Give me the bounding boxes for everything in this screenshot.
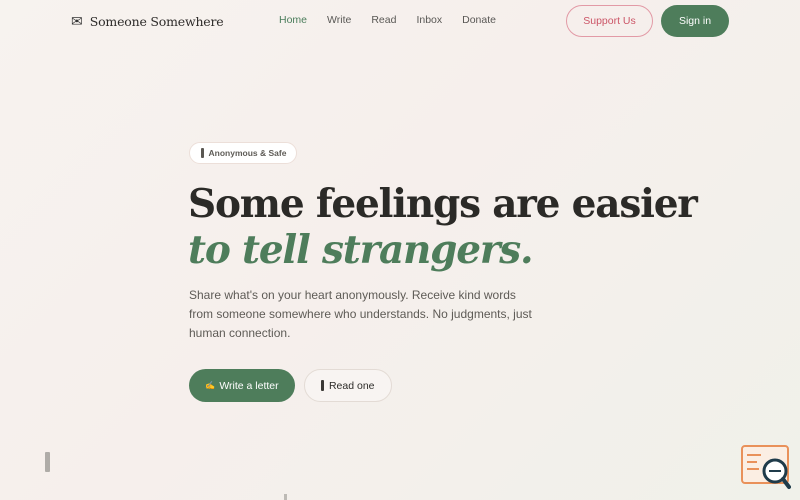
writing-hand-icon: ✍ <box>205 381 216 390</box>
brand-name: Someone Somewhere <box>89 13 224 29</box>
nav-links: Home Write Read Inbox Donate <box>279 14 516 26</box>
write-letter-button[interactable]: ✍ Write a letter <box>189 369 295 402</box>
decorative-mark <box>45 452 50 472</box>
hero-description: Share what's on your heart anonymously. … <box>189 288 532 340</box>
bar-icon <box>321 380 324 391</box>
top-navigation: ✉ Someone Somewhere Home Write Read Inbo… <box>0 0 800 42</box>
hero-title: Some feelings are easier <box>188 181 698 227</box>
read-one-label: Read one <box>328 379 375 392</box>
nav-link-read[interactable]: Read <box>371 14 396 26</box>
bar-icon <box>201 148 204 158</box>
support-us-button[interactable]: Support Us <box>566 5 653 37</box>
decorative-dot <box>284 494 287 500</box>
anonymous-badge: Anonymous & Safe <box>189 142 298 164</box>
nav-link-write[interactable]: Write <box>327 14 351 26</box>
sign-in-button[interactable]: Sign in <box>661 5 729 37</box>
read-one-button[interactable]: Read one <box>304 369 392 402</box>
search-chat-icon <box>741 445 791 489</box>
hero-title-accent: to tell strangers. <box>188 227 534 273</box>
envelope-icon: ✉ <box>71 13 83 29</box>
badge-label: Anonymous & Safe <box>208 148 287 158</box>
search-chat-widget[interactable] <box>741 445 791 490</box>
brand-logo[interactable]: ✉ Someone Somewhere <box>71 12 224 30</box>
write-letter-label: Write a letter <box>219 379 279 392</box>
nav-link-inbox[interactable]: Inbox <box>416 14 442 26</box>
nav-link-home[interactable]: Home <box>279 14 307 26</box>
nav-link-donate[interactable]: Donate <box>462 14 496 26</box>
